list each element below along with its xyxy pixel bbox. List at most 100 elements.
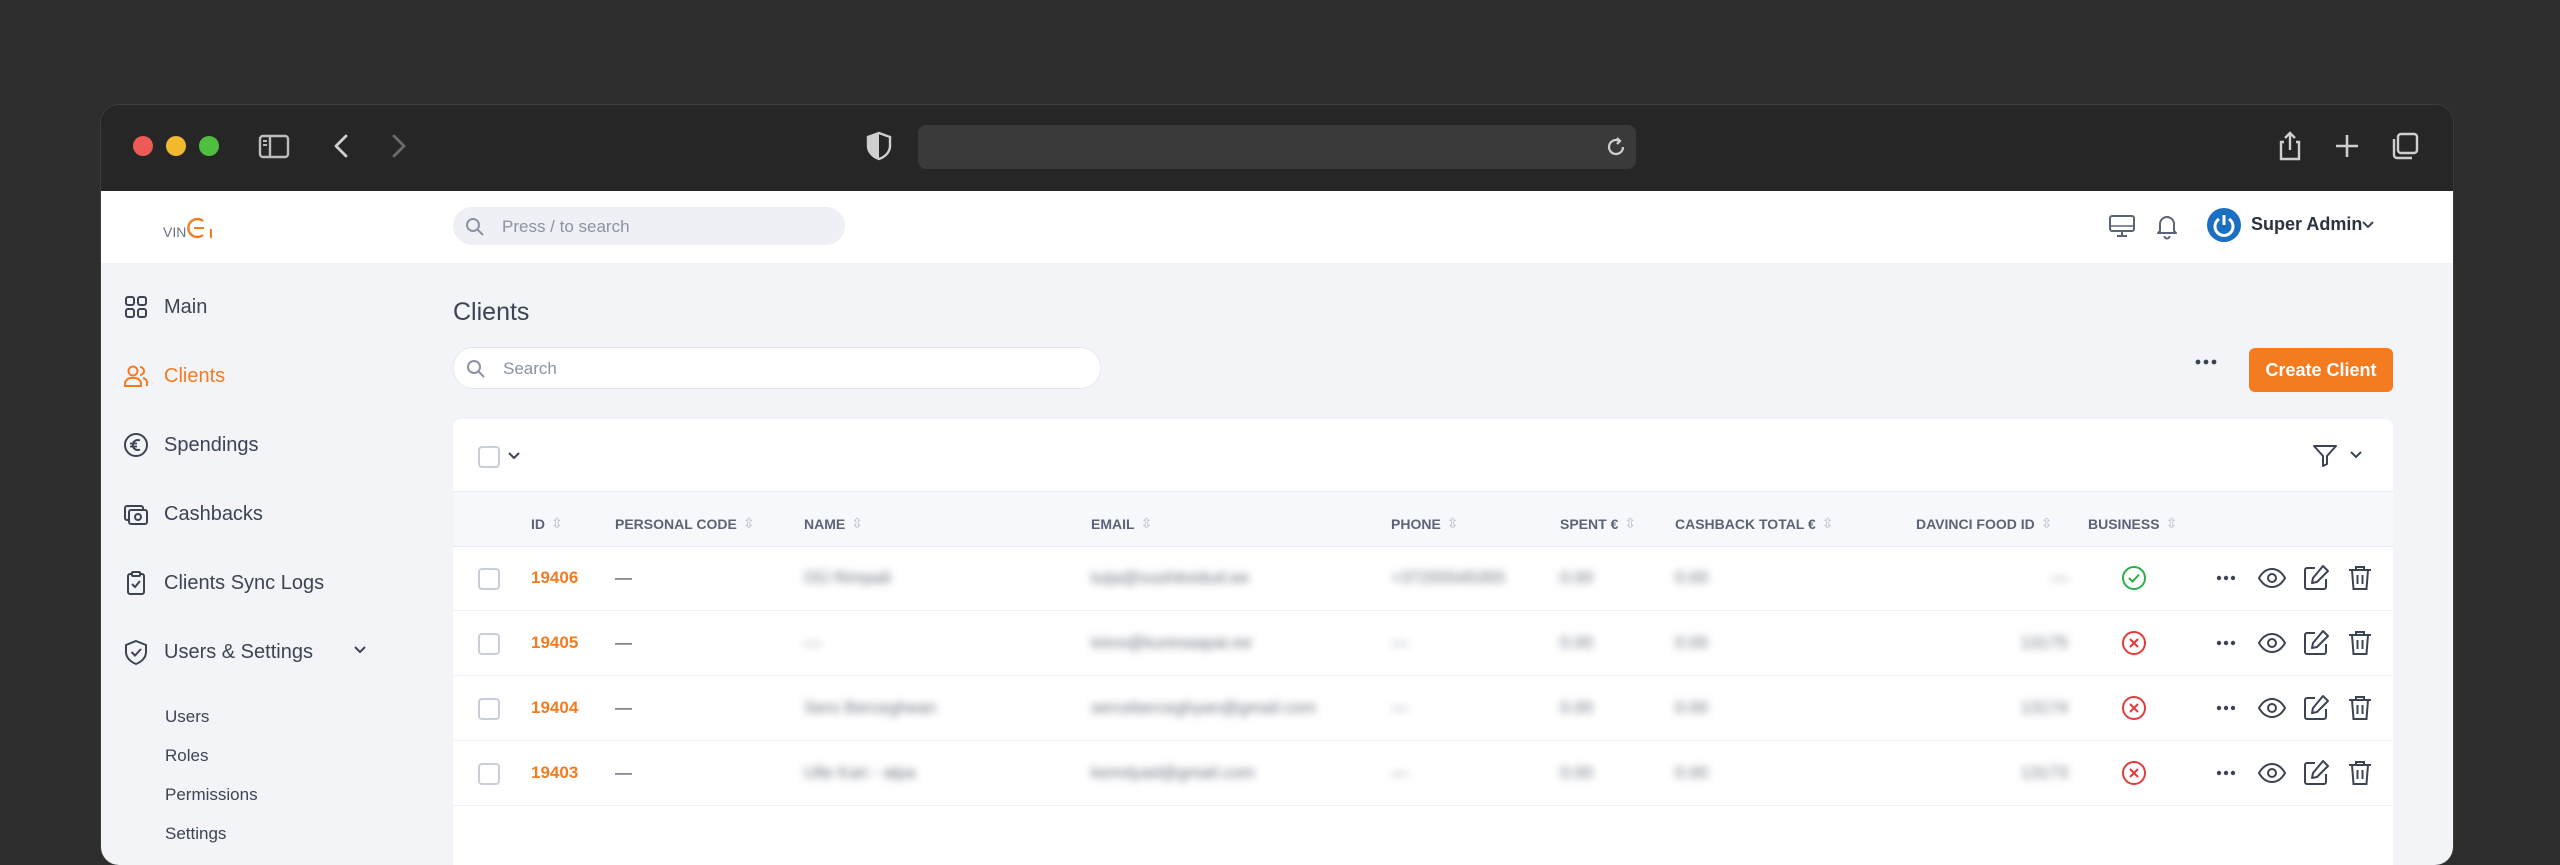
view-icon[interactable]: [2257, 563, 2287, 593]
sidebar-item-main[interactable]: Main: [123, 287, 207, 327]
sidebar-subitem-permissions[interactable]: Permissions: [165, 785, 258, 805]
column-header-personal-code[interactable]: PERSONAL CODE ⇳: [615, 515, 755, 532]
sidebar-item-cashbacks[interactable]: Cashbacks: [123, 494, 263, 534]
monitor-icon[interactable]: [2107, 211, 2137, 241]
clients-table-card: ID ⇳ PERSONAL CODE ⇳ NAME ⇳ EMAIL ⇳ PHONE ⇳ S…: [453, 419, 2393, 865]
select-all-checkbox[interactable]: [478, 446, 500, 468]
user-name[interactable]: Super Admin: [2251, 214, 2362, 235]
privacy-shield-icon[interactable]: [862, 129, 896, 163]
cell-personal-code: —: [615, 568, 632, 587]
row-checkbox[interactable]: [478, 568, 500, 590]
sort-icon[interactable]: ⇳: [1141, 515, 1153, 532]
sort-icon[interactable]: ⇳: [1624, 515, 1636, 532]
business-yes-icon: [2122, 566, 2146, 590]
sidebar-item-clients[interactable]: Clients: [123, 356, 225, 396]
page-title: Clients: [453, 298, 530, 326]
more-options-icon[interactable]: [2193, 357, 2219, 367]
sidebar-subitem-users[interactable]: Users: [165, 707, 209, 727]
row-more-icon[interactable]: [2213, 563, 2243, 593]
chevron-down-icon[interactable]: [507, 449, 521, 463]
column-header-spent[interactable]: SPENT € ⇳: [1560, 515, 1636, 532]
reload-icon[interactable]: [1604, 135, 1628, 159]
table-row[interactable]: 19405 — — toivo@kuresaapar.ee — 0.00 0.00 13175: [453, 611, 2393, 676]
client-id-link[interactable]: 19403: [531, 763, 578, 783]
chevron-down-icon[interactable]: [352, 642, 368, 658]
table-row[interactable]: 19406 — OÜ Rimpali tuija@sushitoidud.ee +372…: [453, 546, 2393, 611]
sort-icon[interactable]: ⇳: [1447, 515, 1459, 532]
sort-icon[interactable]: ⇳: [1822, 515, 1834, 532]
cell-cashback: 0.00: [1675, 698, 1709, 717]
column-header-davinci-food-id[interactable]: DAVINCI FOOD ID ⇳: [1916, 515, 2052, 532]
view-icon[interactable]: [2257, 758, 2287, 788]
edit-icon[interactable]: [2301, 628, 2331, 658]
sidebar-item-clients-sync-logs[interactable]: Clients Sync Logs: [123, 563, 324, 603]
column-header-business[interactable]: BUSINESS ⇳: [2088, 515, 2177, 532]
forward-icon[interactable]: [381, 129, 415, 163]
column-header-name[interactable]: NAME ⇳: [804, 515, 863, 532]
row-checkbox[interactable]: [478, 698, 500, 720]
sort-icon[interactable]: ⇳: [2166, 515, 2178, 532]
sidebar-item-users-settings[interactable]: Users & Settings: [123, 632, 313, 672]
sort-icon[interactable]: ⇳: [551, 515, 563, 532]
bell-icon[interactable]: [2152, 211, 2182, 241]
view-icon[interactable]: [2257, 693, 2287, 723]
delete-icon[interactable]: [2345, 758, 2375, 788]
global-search[interactable]: Press / to search: [453, 207, 845, 245]
minimize-window-button[interactable]: [166, 136, 186, 156]
cell-phone: —: [1391, 633, 1408, 652]
delete-icon[interactable]: [2345, 693, 2375, 723]
row-more-icon[interactable]: [2213, 628, 2243, 658]
column-header-phone[interactable]: PHONE ⇳: [1391, 515, 1459, 532]
sidebar-toggle-icon[interactable]: [257, 129, 291, 163]
filter-icon[interactable]: [2311, 441, 2339, 469]
sidebar-subitem-settings[interactable]: Settings: [165, 824, 226, 844]
column-header-email[interactable]: EMAIL ⇳: [1091, 515, 1152, 532]
cell-cashback: 0.00: [1675, 763, 1709, 782]
chevron-down-icon[interactable]: [2349, 448, 2363, 462]
cell-cashback: 0.00: [1675, 568, 1709, 587]
delete-icon[interactable]: [2345, 628, 2375, 658]
edit-icon[interactable]: [2301, 563, 2331, 593]
address-bar[interactable]: [918, 125, 1636, 169]
clients-search-input[interactable]: Search: [453, 347, 1101, 389]
new-tab-icon[interactable]: [2330, 129, 2364, 163]
cell-phone: —: [1391, 698, 1408, 717]
cell-personal-code: —: [615, 698, 632, 717]
table-row[interactable]: 19404 — Sero Berceghean serceberceghyan@gma…: [453, 676, 2393, 741]
column-header-cashback-total[interactable]: CASHBACK TOTAL € ⇳: [1675, 515, 1834, 532]
create-client-button[interactable]: Create Client: [2249, 348, 2393, 392]
chevron-down-icon[interactable]: [2361, 218, 2375, 232]
share-icon[interactable]: [2273, 129, 2307, 163]
sort-icon[interactable]: ⇳: [851, 515, 863, 532]
back-icon[interactable]: [325, 129, 359, 163]
cashback-icon: [124, 505, 148, 525]
view-icon[interactable]: [2257, 628, 2287, 658]
maximize-window-button[interactable]: [199, 136, 219, 156]
vinci-logo[interactable]: VIN: [163, 213, 233, 243]
row-checkbox[interactable]: [478, 633, 500, 655]
delete-icon[interactable]: [2345, 563, 2375, 593]
column-header-id[interactable]: ID ⇳: [531, 515, 563, 532]
avatar[interactable]: [2207, 208, 2241, 242]
browser-chrome: [101, 105, 2453, 191]
sort-icon[interactable]: ⇳: [2041, 515, 2053, 532]
client-id-link[interactable]: 19406: [531, 568, 578, 588]
svg-text:VIN: VIN: [163, 224, 186, 240]
table-row[interactable]: 19403 — Ulle Kari - alpa kemdyad@gmail.com —…: [453, 741, 2393, 806]
sort-icon[interactable]: ⇳: [743, 515, 755, 532]
row-more-icon[interactable]: [2213, 758, 2243, 788]
sidebar-subitem-roles[interactable]: Roles: [165, 746, 208, 766]
sidebar-item-spendings[interactable]: Spendings: [123, 425, 259, 465]
cell-name: Ulle Kari - alpa: [804, 763, 916, 782]
client-id-link[interactable]: 19405: [531, 633, 578, 653]
client-id-link[interactable]: 19404: [531, 698, 578, 718]
row-checkbox[interactable]: [478, 763, 500, 785]
edit-icon[interactable]: [2301, 693, 2331, 723]
close-window-button[interactable]: [133, 136, 153, 156]
cell-email: kemdyad@gmail.com: [1091, 763, 1255, 782]
global-search-placeholder: Press / to search: [502, 217, 630, 236]
row-more-icon[interactable]: [2213, 693, 2243, 723]
tab-overview-icon[interactable]: [2388, 129, 2422, 163]
edit-icon[interactable]: [2301, 758, 2331, 788]
sidebar-item-label: Cashbacks: [164, 502, 263, 525]
